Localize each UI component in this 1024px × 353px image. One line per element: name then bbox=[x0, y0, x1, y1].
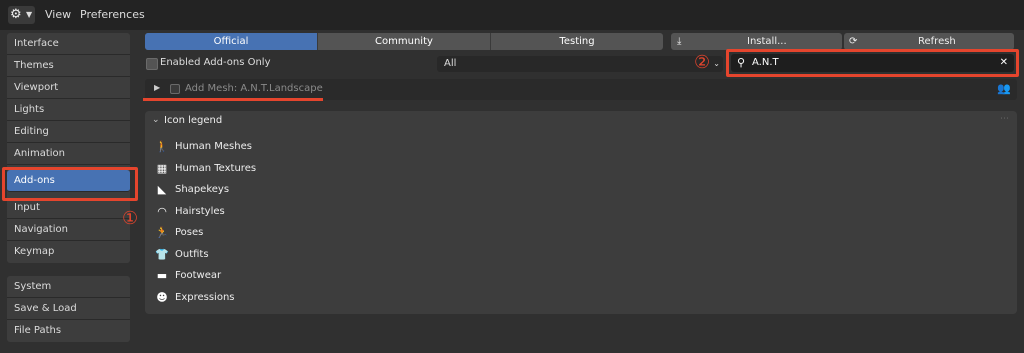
addon-row[interactable]: ▶ Add Mesh: A.N.T.Landscape 👥 bbox=[145, 79, 1017, 100]
legend-title[interactable]: Icon legend bbox=[164, 115, 222, 126]
search-input[interactable]: ⚲ A.N.T ✕ bbox=[731, 54, 1014, 72]
drag-handle-icon[interactable]: ⋯ bbox=[1000, 114, 1009, 124]
refresh-button[interactable]: ⟳ Refresh bbox=[844, 33, 1014, 50]
icon-legend-panel: ⌄ Icon legend ⋯ 🚶 Human Meshes ▦ Human Text… bbox=[145, 111, 1017, 314]
sidebar-item-lights[interactable]: Lights bbox=[7, 99, 130, 121]
category-value: All bbox=[444, 58, 457, 69]
legend-item-label: Shapekeys bbox=[175, 184, 230, 195]
legend-item-label: Footwear bbox=[175, 270, 222, 281]
chevron-down-icon: ⌄ bbox=[713, 59, 720, 68]
addon-name: Add Mesh: A.N.T.Landscape bbox=[185, 83, 323, 94]
refresh-icon: ⟳ bbox=[849, 36, 858, 47]
gear-icon: ⚙ bbox=[10, 7, 22, 22]
legend-item-label: Human Textures bbox=[175, 163, 257, 174]
menu-preferences[interactable]: Preferences bbox=[80, 8, 145, 21]
enabled-only-checkbox[interactable] bbox=[146, 58, 158, 70]
download-icon: ⤓ bbox=[677, 36, 682, 47]
shapekeys-icon: ◣ bbox=[157, 183, 167, 196]
sidebar-item-viewport[interactable]: Viewport bbox=[7, 77, 130, 99]
collapse-chevron-icon[interactable]: ⌄ bbox=[152, 115, 160, 125]
footwear-icon: ▬ bbox=[156, 269, 168, 282]
human-textures-icon: ▦ bbox=[156, 162, 168, 175]
menu-view[interactable]: View bbox=[45, 8, 71, 21]
highlight-addons bbox=[2, 167, 138, 201]
sidebar-item-file-paths[interactable]: File Paths bbox=[7, 320, 130, 342]
expand-arrow-icon[interactable]: ▶ bbox=[154, 83, 160, 92]
legend-item-label: Human Meshes bbox=[175, 141, 252, 152]
refresh-label: Refresh bbox=[918, 36, 956, 47]
sidebar-item-editing[interactable]: Editing bbox=[7, 121, 130, 143]
category-dropdown[interactable]: All ⌄ bbox=[437, 56, 723, 72]
sidebar-item-navigation[interactable]: Navigation bbox=[7, 219, 130, 241]
expressions-icon: ☻ bbox=[156, 291, 168, 304]
tab-official[interactable]: Official bbox=[145, 33, 318, 50]
addon-enable-checkbox[interactable] bbox=[170, 84, 180, 94]
sidebar-item-system[interactable]: System bbox=[7, 276, 130, 298]
sidebar-item-save-load[interactable]: Save & Load bbox=[7, 298, 130, 320]
sidebar-item-animation[interactable]: Animation bbox=[7, 143, 130, 165]
install-button[interactable]: ⤓ Install... bbox=[671, 33, 842, 50]
addon-source-tabs: Official Community Testing bbox=[145, 33, 663, 50]
outfits-icon: 👕 bbox=[155, 248, 169, 261]
enabled-only-label: Enabled Add-ons Only bbox=[160, 57, 271, 68]
sidebar-group-system: System Save & Load File Paths bbox=[7, 276, 130, 342]
hairstyles-icon: ◠ bbox=[157, 205, 167, 218]
legend-item-label: Expressions bbox=[175, 292, 235, 303]
legend-item-label: Outfits bbox=[175, 249, 209, 260]
poses-icon: 🏃 bbox=[155, 226, 169, 239]
preferences-menu-button[interactable]: ⚙ ▼ bbox=[8, 6, 35, 24]
community-users-icon: 👥 bbox=[997, 82, 1011, 95]
top-bar: ⚙ ▼ View Preferences bbox=[0, 0, 1024, 30]
human-meshes-icon: 🚶 bbox=[155, 140, 169, 153]
legend-item-label: Poses bbox=[175, 227, 204, 238]
sidebar-item-keymap[interactable]: Keymap bbox=[7, 241, 130, 263]
install-label: Install... bbox=[747, 36, 787, 47]
clear-search-icon[interactable]: ✕ bbox=[1000, 54, 1008, 72]
tab-testing[interactable]: Testing bbox=[491, 33, 663, 50]
sidebar-item-themes[interactable]: Themes bbox=[7, 55, 130, 77]
chevron-down-icon: ▼ bbox=[26, 10, 33, 19]
tab-community[interactable]: Community bbox=[318, 33, 491, 50]
addon-underline-highlight bbox=[143, 98, 323, 101]
search-icon: ⚲ bbox=[737, 56, 746, 69]
annotation-marker-2: ② bbox=[694, 52, 711, 73]
annotation-marker-1: ① bbox=[122, 208, 139, 229]
search-value: A.N.T bbox=[752, 57, 779, 68]
sidebar-item-interface[interactable]: Interface bbox=[7, 33, 130, 55]
sidebar-group-main: Interface Themes Viewport Lights Editing… bbox=[7, 33, 130, 263]
legend-item-label: Hairstyles bbox=[175, 206, 225, 217]
